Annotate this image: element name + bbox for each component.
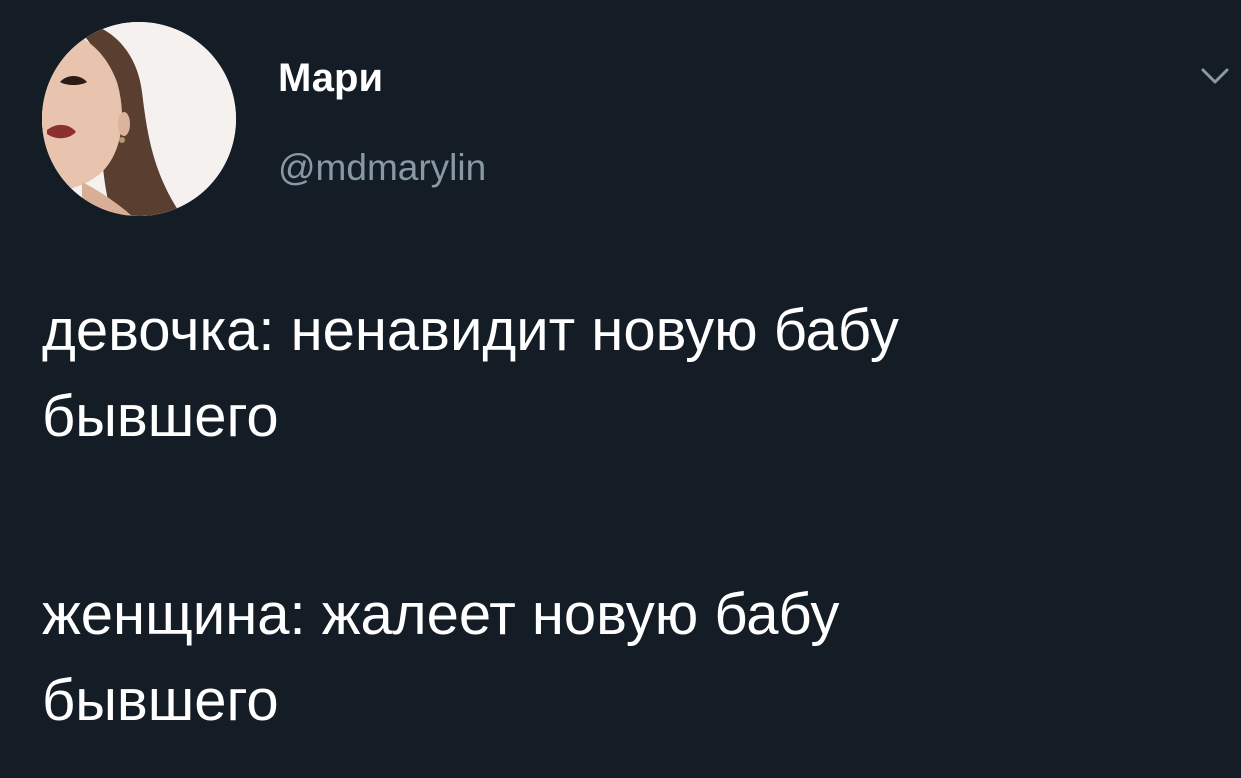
chevron-down-icon bbox=[1201, 68, 1229, 84]
tweet-text-line: бывшего bbox=[42, 384, 279, 449]
display-name[interactable]: Мари bbox=[278, 54, 383, 102]
tweet-card: Мари @mdmarylin девочка: ненавидит новую… bbox=[0, 0, 1241, 778]
tweet-text-line: женщина: жалеет новую бабу bbox=[42, 582, 840, 647]
avatar[interactable] bbox=[42, 22, 236, 216]
tweet-menu-button[interactable] bbox=[1195, 56, 1235, 96]
paragraph-break bbox=[42, 460, 1232, 572]
user-handle[interactable]: @mdmarylin bbox=[278, 146, 486, 190]
tweet-text: девочка: ненавидит новую бабу бывшего же… bbox=[42, 288, 1232, 744]
profile-photo bbox=[42, 22, 236, 216]
tweet-text-line: девочка: ненавидит новую бабу bbox=[42, 298, 899, 363]
tweet-text-line: бывшего bbox=[42, 668, 279, 733]
